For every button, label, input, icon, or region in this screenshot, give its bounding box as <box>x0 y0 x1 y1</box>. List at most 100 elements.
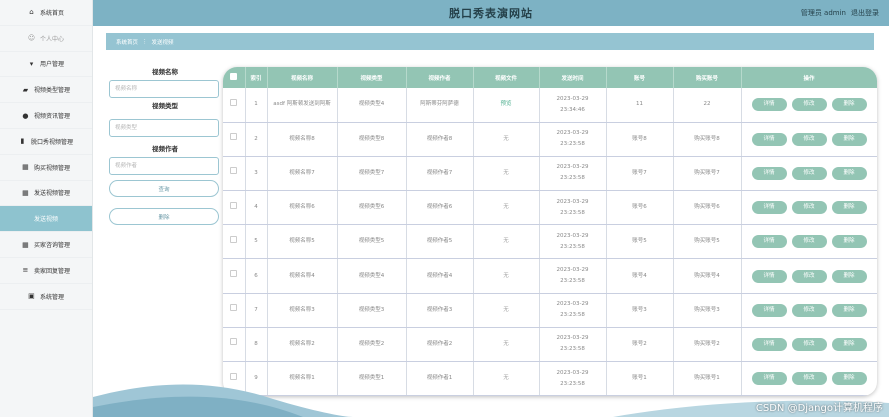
edit-button[interactable]: 修改 <box>791 235 827 249</box>
delete-button[interactable]: 删除 <box>831 303 867 317</box>
cell-account: 账号2 <box>606 327 674 363</box>
cell-file[interactable]: 预览 <box>473 88 540 123</box>
row-checkbox[interactable] <box>230 270 238 278</box>
delete-button[interactable]: 删除 <box>831 269 867 283</box>
row-checkbox[interactable] <box>230 167 238 175</box>
col-header-file: 视频文件 <box>473 67 540 88</box>
cell-account: 账号6 <box>606 190 674 226</box>
detail-button[interactable]: 详情 <box>751 269 787 283</box>
detail-button[interactable]: 详情 <box>751 98 787 112</box>
edit-button[interactable]: 修改 <box>791 303 827 317</box>
row-select-cell[interactable] <box>223 156 246 192</box>
cell-author: 视频作者7 <box>406 156 474 192</box>
delete-selected-button[interactable]: 删除 <box>109 208 219 225</box>
select-all-header[interactable] <box>223 67 246 88</box>
edit-button[interactable]: 修改 <box>791 132 827 146</box>
delete-button[interactable]: 删除 <box>831 337 867 351</box>
sidebar-item-seller-reply[interactable]: ≡ 卖家回复管理 <box>0 258 92 284</box>
edit-button[interactable]: 修改 <box>791 337 827 351</box>
sidebar-item-purchase-videos[interactable]: ▦ 购买视频管理 <box>0 155 92 181</box>
video-author-label: 视频作者 <box>152 145 178 153</box>
row-select-cell[interactable] <box>223 293 246 328</box>
row-select-cell[interactable] <box>223 361 246 396</box>
row-checkbox[interactable] <box>230 338 238 346</box>
row-checkbox[interactable] <box>230 304 238 312</box>
breadcrumb-home[interactable]: 系统首页 <box>116 38 138 46</box>
delete-button[interactable]: 删除 <box>831 132 867 146</box>
row-actions: 详情 修改 删除 <box>746 132 873 146</box>
sidebar-item-video-news[interactable]: ● 视频资讯管理 <box>0 103 92 129</box>
sidebar-item-buyer-inquiry[interactable]: ▦ 买家咨询管理 <box>0 232 92 258</box>
sidebar-item-send-videos[interactable]: ▦ 发送视频管理 <box>0 181 92 207</box>
edit-button[interactable]: 修改 <box>791 201 827 215</box>
detail-button[interactable]: 详情 <box>751 337 787 351</box>
cell-index: 5 <box>245 224 268 260</box>
table-row: 6 视频名称4 视频类型4 视频作者4 无 2023-03-29 23:23:58 账号4 购… <box>223 258 877 294</box>
edit-button[interactable]: 修改 <box>791 372 827 386</box>
detail-button[interactable]: 详情 <box>751 201 787 215</box>
row-select-cell[interactable] <box>223 258 246 294</box>
row-select-cell[interactable] <box>223 88 246 123</box>
sidebar-item-profile[interactable]: ☺ 个人中心 <box>0 26 92 52</box>
row-checkbox[interactable] <box>230 372 238 380</box>
sidebar-item-video-types[interactable]: ▰ 视频类型管理 <box>0 77 92 104</box>
cell-buyer: 购买账号4 <box>673 258 742 294</box>
video-type-input[interactable] <box>109 119 219 137</box>
row-checkbox[interactable] <box>230 235 238 243</box>
delete-button[interactable]: 删除 <box>831 235 867 249</box>
user-area: 管理员 admin 退出登录 <box>801 8 879 18</box>
cell-file: 无 <box>473 122 540 157</box>
site-title: 脱口秀表演网站 <box>449 7 533 20</box>
cell-name: 视频名称1 <box>267 361 338 396</box>
row-select-cell[interactable] <box>223 224 246 260</box>
edit-button[interactable]: 修改 <box>791 98 827 112</box>
cell-author: 视频作者2 <box>406 327 474 363</box>
data-table: 索引 视频名称 视频类型 视频作者 视频文件 发送时间 账号 购买账号 操作 1… <box>223 67 877 396</box>
delete-button[interactable]: 删除 <box>831 166 867 180</box>
top-bar: 脱口秀表演网站 管理员 admin 退出登录 <box>93 0 889 26</box>
row-checkbox[interactable] <box>230 98 238 106</box>
select-all-checkbox[interactable] <box>230 73 238 80</box>
grid-icon: ▦ <box>22 188 29 197</box>
cell-actions: 详情 修改 删除 <box>741 224 877 260</box>
sidebar-item-home[interactable]: ⌂ 系统首页 <box>0 0 92 26</box>
cell-time: 2023-03-29 23:23:58 <box>539 327 607 363</box>
video-author-input[interactable] <box>109 157 219 175</box>
cell-name: asdf 阿斯顿发送到阿斯 <box>267 88 338 123</box>
table-row: 1 asdf 阿斯顿发送到阿斯 视频类型4 阿斯蒂芬阿萨德 预览 2023-03-29 2… <box>223 88 877 123</box>
detail-button[interactable]: 详情 <box>751 372 787 386</box>
sidebar-item-users[interactable]: ▾ 用户管理 <box>0 52 92 78</box>
row-select-cell[interactable] <box>223 190 246 226</box>
cell-type: 视频类型7 <box>337 156 407 192</box>
row-checkbox[interactable] <box>230 201 238 209</box>
row-select-cell[interactable] <box>223 122 246 157</box>
query-button[interactable]: 查询 <box>109 180 219 197</box>
sidebar-item-system[interactable]: ▣ 系统管理 <box>0 284 92 310</box>
sidebar-item-send-video[interactable]: 发送视频 <box>0 206 92 233</box>
row-actions: 详情 修改 删除 <box>746 269 873 283</box>
cell-name: 视频名称3 <box>267 293 338 328</box>
logout-link[interactable]: 退出登录 <box>851 8 879 18</box>
video-name-input[interactable] <box>109 80 219 98</box>
cell-time: 2023-03-29 23:34:46 <box>539 88 607 123</box>
sidebar-item-label: 用户管理 <box>39 61 64 69</box>
edit-button[interactable]: 修改 <box>791 269 827 283</box>
cell-actions: 详情 修改 删除 <box>741 88 877 123</box>
cell-type: 视频类型6 <box>337 190 407 226</box>
delete-button[interactable]: 删除 <box>831 201 867 215</box>
row-checkbox[interactable] <box>230 133 238 141</box>
cell-author: 视频作者4 <box>406 258 474 294</box>
edit-button[interactable]: 修改 <box>791 166 827 180</box>
detail-button[interactable]: 详情 <box>751 235 787 249</box>
col-header-buyer: 购买账号 <box>673 67 742 88</box>
row-select-cell[interactable] <box>223 327 246 363</box>
cell-name: 视频名称6 <box>267 190 338 226</box>
sidebar-item-talkshow-videos[interactable]: ▮ 脱口秀视频管理 <box>0 129 92 155</box>
col-header-time: 发送时间 <box>539 67 607 88</box>
detail-button[interactable]: 详情 <box>751 303 787 317</box>
delete-button[interactable]: 删除 <box>831 98 867 112</box>
delete-button[interactable]: 删除 <box>831 372 867 386</box>
cell-name: 视频名称2 <box>267 327 338 363</box>
detail-button[interactable]: 详情 <box>751 166 787 180</box>
detail-button[interactable]: 详情 <box>751 132 787 146</box>
